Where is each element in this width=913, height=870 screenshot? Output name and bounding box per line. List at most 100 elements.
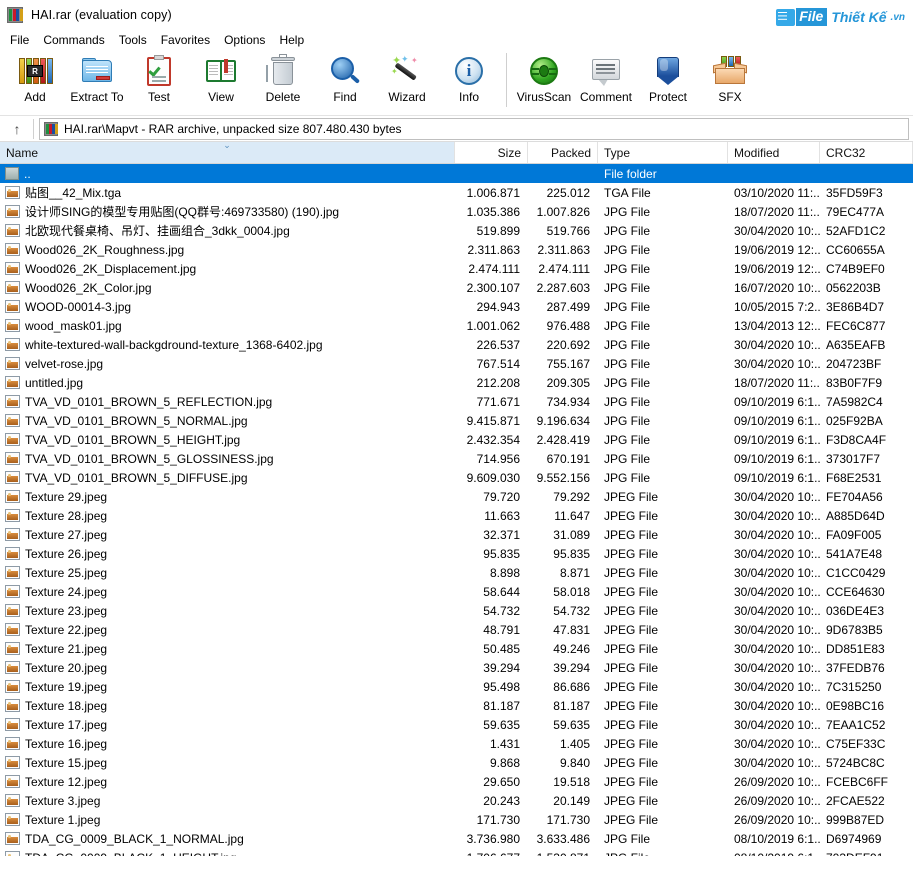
file-crc-cell: 2FCAE522 <box>826 793 885 808</box>
toolbar-button-find[interactable]: Find <box>314 50 376 112</box>
file-row[interactable]: Texture 23.jpeg 54.732 54.732 JPEG File 30/0… <box>0 601 913 620</box>
file-row[interactable]: Texture 24.jpeg 58.644 58.018 JPEG File 30/0… <box>0 582 913 601</box>
file-crc-cell: 7C315250 <box>826 679 882 694</box>
menu-item-commands[interactable]: Commands <box>36 31 111 49</box>
toolbar-separator <box>506 53 507 107</box>
file-row[interactable]: Texture 28.jpeg 11.663 11.647 JPEG File 30/0… <box>0 506 913 525</box>
find-magnifier-icon <box>328 54 362 88</box>
file-row[interactable]: TDA_CG_0009_BLACK_1_HEIGHT.jpg 1.706.6771… <box>0 848 913 856</box>
toolbar: R Add Extract To Test View Delete Find ✦ ✦ ✦ ✦ Wiza… <box>0 50 913 116</box>
file-row[interactable]: white-textured-wall-backgdround-texture_… <box>0 335 913 354</box>
title-bar: HAI.rar (evaluation copy) File Thiết Kế … <box>0 0 913 30</box>
file-row[interactable]: Texture 16.jpeg 1.431 1.405 JPEG File 30/04/… <box>0 734 913 753</box>
toolbar-button-info[interactable]: i Info <box>438 50 500 112</box>
file-size-cell: 1.035.386 <box>466 204 520 219</box>
column-header-size[interactable]: Size <box>455 142 528 163</box>
toolbar-button-label: Protect <box>648 90 687 104</box>
file-row[interactable]: untitled.jpg 212.208 209.305 JPG File 18/07/… <box>0 373 913 392</box>
file-row[interactable]: TVA_VD_0101_BROWN_5_NORMAL.jpg 9.415.871 9… <box>0 411 913 430</box>
toolbar-button-wizard[interactable]: ✦ ✦ ✦ ✦ Wizard <box>376 50 438 112</box>
file-row[interactable]: Wood026_2K_Roughness.jpg 2.311.863 2.311.8… <box>0 240 913 259</box>
file-row[interactable]: Texture 12.jpeg 29.650 19.518 JPEG File 26/0… <box>0 772 913 791</box>
file-name-text: Texture 21.jpeg <box>25 641 108 656</box>
menu-item-help[interactable]: Help <box>272 31 311 49</box>
file-row[interactable]: 贴图__42_Mix.tga 1.006.871 225.012 TGA File 03… <box>0 183 913 202</box>
file-row[interactable]: 设计师SING的模型专用贴图(QQ群号:469733580) (190).jpg… <box>0 202 913 221</box>
file-row[interactable]: Texture 15.jpeg 9.868 9.840 JPEG File 30/04/… <box>0 753 913 772</box>
file-list[interactable]: .. File folder 贴图__42_Mix.tga 1.006.871 225.… <box>0 164 913 856</box>
archive-path-field[interactable]: HAI.rar\Mapvt - RAR archive, unpacked si… <box>39 117 909 140</box>
file-modified-cell: 09/10/2019 6:1... <box>734 394 820 409</box>
column-header-crc[interactable]: CRC32 <box>820 142 913 163</box>
column-header-packed[interactable]: Packed <box>528 142 598 163</box>
file-row[interactable]: Texture 19.jpeg 95.498 86.686 JPEG File 30/0… <box>0 677 913 696</box>
file-size-cell: 59.635 <box>483 717 520 732</box>
file-type-cell: JPEG File <box>604 565 659 580</box>
file-row[interactable]: Texture 22.jpeg 48.791 47.831 JPEG File 30/0… <box>0 620 913 639</box>
toolbar-button-virusscan[interactable]: VirusScan <box>513 50 575 112</box>
file-row[interactable]: TVA_VD_0101_BROWN_5_REFLECTION.jpg 771.67… <box>0 392 913 411</box>
toolbar-button-sfx[interactable]: SFX <box>699 50 761 112</box>
file-row[interactable]: Texture 27.jpeg 32.371 31.089 JPEG File 30/0… <box>0 525 913 544</box>
image-file-icon <box>5 414 20 427</box>
menu-item-tools[interactable]: Tools <box>112 31 154 49</box>
file-type-cell: JPG File <box>604 318 651 333</box>
file-size-cell: 20.243 <box>483 793 520 808</box>
column-header-name[interactable]: ⌄ Name <box>0 142 455 163</box>
toolbar-button-comment[interactable]: Comment <box>575 50 637 112</box>
toolbar-button-protect[interactable]: Protect <box>637 50 699 112</box>
image-file-icon <box>5 585 20 598</box>
file-row[interactable]: Texture 25.jpeg 8.898 8.871 JPEG File 30/04/… <box>0 563 913 582</box>
file-modified-cell: 30/04/2020 10:... <box>734 489 820 504</box>
menu-item-file[interactable]: File <box>3 31 36 49</box>
file-name-text: Texture 24.jpeg <box>25 584 108 599</box>
file-row[interactable]: 北欧现代餐桌椅、吊灯、挂画组合_3dkk_0004.jpg 519.899 519.… <box>0 221 913 240</box>
file-size-cell: 3.736.980 <box>466 831 520 846</box>
menu-item-favorites[interactable]: Favorites <box>154 31 217 49</box>
file-packed-cell: 9.552.156 <box>536 470 590 485</box>
file-crc-cell: 373017F7 <box>826 451 881 466</box>
toolbar-button-delete[interactable]: Delete <box>252 50 314 112</box>
toolbar-button-test[interactable]: Test <box>128 50 190 112</box>
file-row[interactable]: Wood026_2K_Displacement.jpg 2.474.111 2.47… <box>0 259 913 278</box>
toolbar-empty-area <box>761 50 913 115</box>
file-row[interactable]: Texture 3.jpeg 20.243 20.149 JPEG File 26/09… <box>0 791 913 810</box>
file-packed-cell: 95.835 <box>553 546 590 561</box>
file-row[interactable]: TDA_CG_0009_BLACK_1_NORMAL.jpg 3.736.980 3… <box>0 829 913 848</box>
toolbar-button-view[interactable]: View <box>190 50 252 112</box>
file-name-text: Texture 28.jpeg <box>25 508 108 523</box>
file-type-cell: JPEG File <box>604 736 659 751</box>
toolbar-button-extract-to[interactable]: Extract To <box>66 50 128 112</box>
column-header-mod[interactable]: Modified <box>728 142 820 163</box>
file-name-cell: Wood026_2K_Displacement.jpg <box>0 262 455 276</box>
image-file-icon <box>5 661 20 674</box>
file-row[interactable]: Texture 20.jpeg 39.294 39.294 JPEG File 30/0… <box>0 658 913 677</box>
column-header-type[interactable]: Type <box>598 142 728 163</box>
file-row[interactable]: TVA_VD_0101_BROWN_5_DIFFUSE.jpg 9.609.030… <box>0 468 913 487</box>
file-row[interactable]: .. File folder <box>0 164 913 183</box>
file-row[interactable]: TVA_VD_0101_BROWN_5_HEIGHT.jpg 2.432.354 2… <box>0 430 913 449</box>
file-row[interactable]: TVA_VD_0101_BROWN_5_GLOSSINESS.jpg 714.95… <box>0 449 913 468</box>
file-name-text: Texture 26.jpeg <box>25 546 108 561</box>
file-crc-cell: 541A7E48 <box>826 546 883 561</box>
file-size-cell: 9.868 <box>489 755 520 770</box>
file-size-cell: 8.898 <box>489 565 520 580</box>
file-row[interactable]: Texture 26.jpeg 95.835 95.835 JPEG File 30/0… <box>0 544 913 563</box>
up-arrow-icon[interactable]: ↑ <box>4 118 30 140</box>
image-file-icon <box>5 471 20 484</box>
toolbar-button-add[interactable]: R Add <box>4 50 66 112</box>
file-name-text: TDA_CG_0009_BLACK_1_NORMAL.jpg <box>25 831 244 846</box>
menu-item-options[interactable]: Options <box>217 31 272 49</box>
file-crc-cell: F68E2531 <box>826 470 882 485</box>
file-row[interactable]: Texture 17.jpeg 59.635 59.635 JPEG File 30/0… <box>0 715 913 734</box>
file-row[interactable]: Wood026_2K_Color.jpg 2.300.107 2.287.603 JP… <box>0 278 913 297</box>
file-row[interactable]: wood_mask01.jpg 1.001.062 976.488 JPG File 1… <box>0 316 913 335</box>
file-row[interactable]: velvet-rose.jpg 767.514 755.167 JPG File 30/… <box>0 354 913 373</box>
toolbar-button-label: Comment <box>579 90 632 104</box>
file-size-cell: 2.432.354 <box>466 432 520 447</box>
file-row[interactable]: Texture 18.jpeg 81.187 81.187 JPEG File 30/0… <box>0 696 913 715</box>
file-row[interactable]: Texture 21.jpeg 50.485 49.246 JPEG File 30/0… <box>0 639 913 658</box>
file-row[interactable]: Texture 29.jpeg 79.720 79.292 JPEG File 30/0… <box>0 487 913 506</box>
file-row[interactable]: WOOD-00014-3.jpg 294.943 287.499 JPG File 10… <box>0 297 913 316</box>
file-row[interactable]: Texture 1.jpeg 171.730 171.730 JPEG File 26/… <box>0 810 913 829</box>
